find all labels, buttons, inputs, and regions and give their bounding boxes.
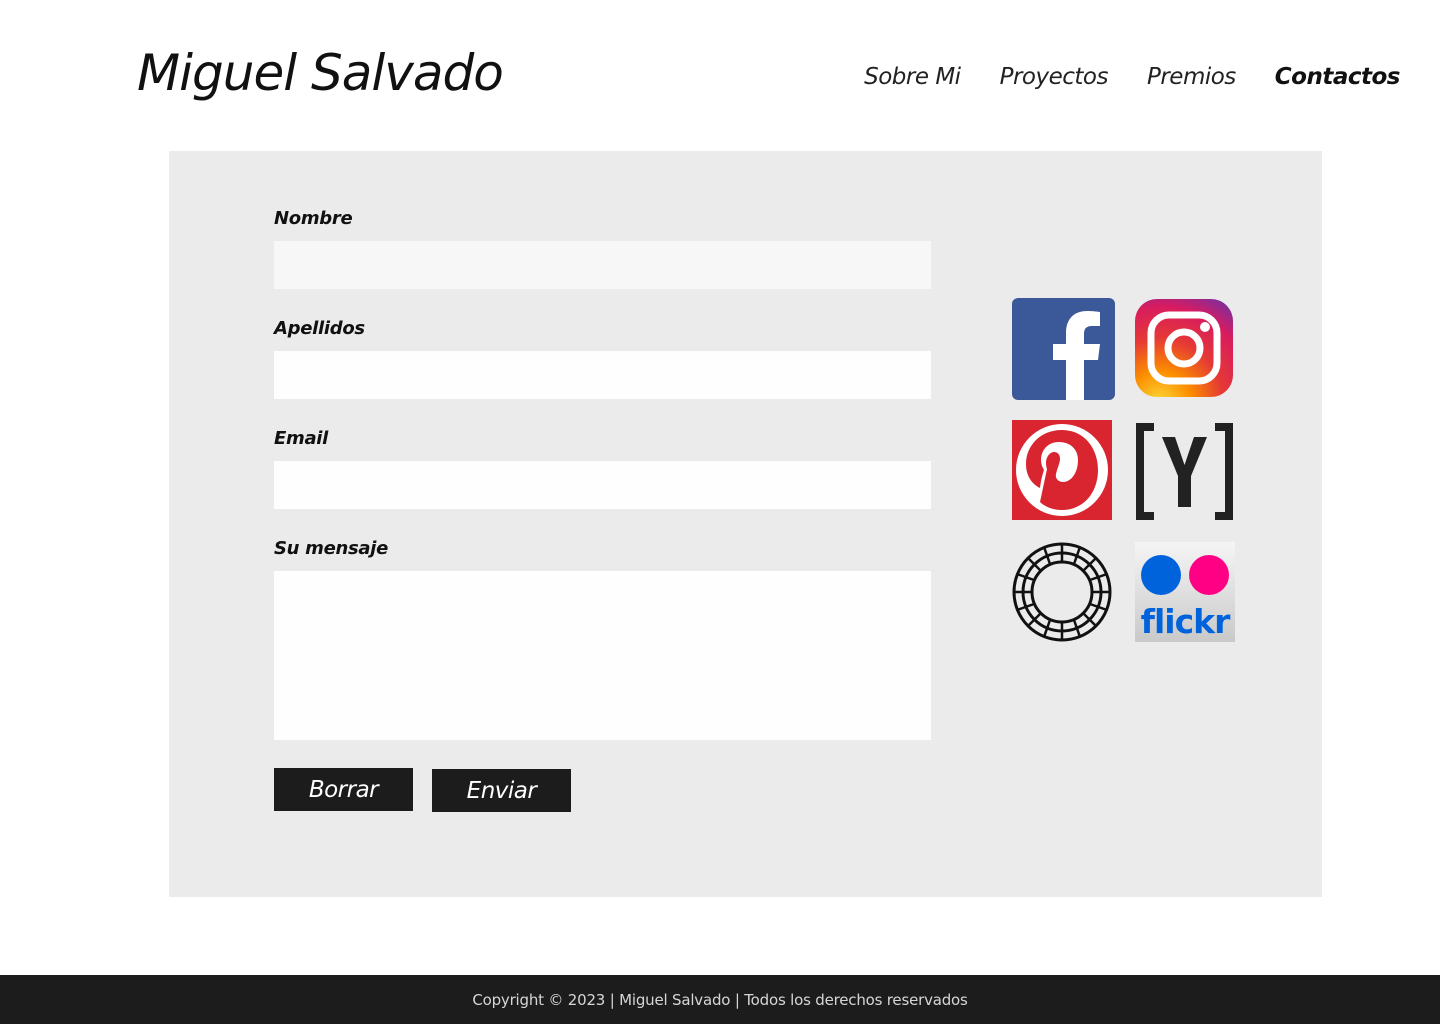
apellidos-label: Apellidos [274, 318, 365, 339]
pinterest-icon[interactable] [1012, 420, 1112, 520]
nav-sobre-mi[interactable]: Sobre Mi [864, 64, 961, 90]
email-input[interactable] [274, 461, 931, 509]
site-title[interactable]: Miguel Salvado [137, 44, 504, 102]
facebook-icon[interactable] [1012, 298, 1115, 400]
nombre-input[interactable] [274, 241, 931, 289]
nav-contactos[interactable]: Contactos [1275, 64, 1401, 90]
instagram-icon[interactable] [1135, 299, 1233, 397]
ycombinator-icon[interactable] [1134, 421, 1235, 522]
main-nav: Sobre Mi Proyectos Premios Contactos [864, 64, 1400, 90]
nav-premios[interactable]: Premios [1147, 64, 1236, 90]
submit-button[interactable]: Enviar [432, 769, 571, 812]
mensaje-textarea[interactable] [274, 571, 931, 740]
copyright-text: Copyright © 2023 | Miguel Salvado | Todo… [472, 990, 968, 1009]
vsco-icon[interactable] [1012, 542, 1112, 642]
reset-button[interactable]: Borrar [274, 768, 413, 811]
flickr-wordmark: flickr [1141, 602, 1231, 641]
nombre-label: Nombre [274, 208, 353, 229]
nav-proyectos[interactable]: Proyectos [1000, 64, 1109, 90]
mensaje-label: Su mensaje [274, 538, 389, 559]
footer: Copyright © 2023 | Miguel Salvado | Todo… [0, 975, 1440, 1024]
apellidos-input[interactable] [274, 351, 931, 399]
email-label: Email [274, 428, 329, 449]
flickr-icon[interactable]: flickr [1135, 542, 1235, 642]
contact-panel: Nombre Apellidos Email Su mensaje Borrar… [169, 151, 1322, 897]
contact-form: Nombre Apellidos Email Su mensaje [274, 207, 931, 740]
